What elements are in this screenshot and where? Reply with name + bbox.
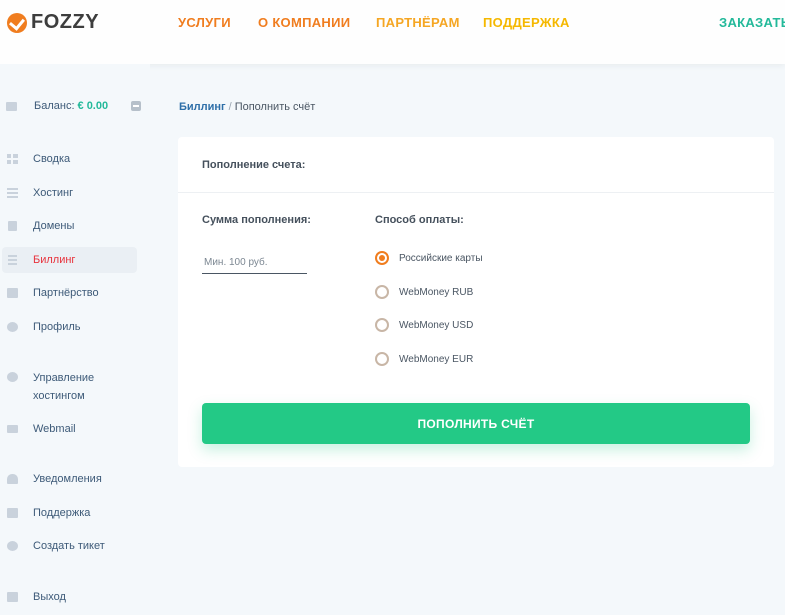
card-title: Пополнение счета:	[202, 159, 306, 171]
sidebar-item-webmail[interactable]: Webmail	[2, 422, 137, 436]
payment-option-webmoney-eur[interactable]: WebMoney EUR	[375, 352, 473, 366]
chat-icon	[7, 508, 18, 518]
sidebar-item-label: Управление хостингом	[33, 372, 95, 402]
sidebar-item-summary[interactable]: Сводка	[2, 152, 137, 166]
plus-circle-icon	[7, 541, 18, 551]
balance-value: € 0.00	[77, 100, 109, 112]
radio-unchecked-icon[interactable]	[375, 352, 389, 366]
topup-card: Пополнение счета: Сумма пополнения: Спос…	[178, 137, 774, 467]
amount-input[interactable]	[202, 252, 307, 274]
radio-unchecked-icon[interactable]	[375, 318, 389, 332]
server-icon	[7, 188, 18, 198]
balance-label: Баланс:	[34, 100, 75, 112]
breadcrumb-separator: /	[228, 101, 232, 113]
topup-submit-button[interactable]: Пополнить счёт	[202, 403, 750, 444]
sidebar-item-create-ticket[interactable]: Создать тикет	[2, 539, 137, 553]
sidebar-item-logout[interactable]: Выход	[2, 590, 137, 604]
sidebar-item-label: Поддержка	[33, 507, 91, 519]
payment-option-label: WebMoney EUR	[399, 353, 474, 365]
bell-icon	[7, 474, 18, 484]
logo-text: FOZZY	[31, 11, 100, 33]
sidebar	[0, 64, 150, 615]
sidebar-item-support[interactable]: Поддержка	[2, 506, 137, 520]
mail-icon	[7, 425, 18, 433]
wallet-icon	[6, 101, 17, 111]
briefcase-icon	[7, 288, 18, 298]
sidebar-item-hosting[interactable]: Хостинг	[2, 186, 137, 200]
sidebar-item-label: Партнёрство	[33, 287, 99, 299]
payment-option-label: WebMoney RUB	[399, 286, 474, 298]
dashboard-icon	[7, 154, 18, 164]
sidebar-item-label: Биллинг	[33, 254, 76, 266]
logo-mark-icon	[7, 12, 27, 33]
billing-icon	[8, 255, 17, 265]
order-link[interactable]: Заказать	[719, 15, 785, 30]
payment-method-label: Способ оплаты:	[375, 214, 464, 226]
payment-option-webmoney-rub[interactable]: WebMoney RUB	[375, 285, 473, 299]
payment-option-webmoney-usd[interactable]: WebMoney USD	[375, 318, 473, 332]
sidebar-item-label: Выход	[33, 591, 66, 603]
sidebar-item-label: Хостинг	[33, 187, 74, 199]
nav-partners[interactable]: Партнёрам	[376, 15, 460, 30]
domain-icon	[8, 221, 17, 231]
nav-services[interactable]: Услуги	[178, 15, 231, 30]
card-header: Пополнение счета:	[178, 137, 774, 193]
sidebar-item-billing[interactable]: Биллинг	[2, 247, 137, 273]
nav-about-company[interactable]: О компании	[258, 15, 350, 30]
nav-support[interactable]: Поддержка	[483, 15, 570, 30]
gear-icon	[7, 372, 18, 382]
sidebar-item-notifications[interactable]: Уведомления	[2, 472, 137, 486]
logo[interactable]: FOZZY	[7, 11, 99, 34]
sidebar-item-profile[interactable]: Профиль	[2, 320, 137, 334]
radio-checked-icon[interactable]	[375, 251, 389, 265]
sidebar-item-partnership[interactable]: Партнёрство	[2, 286, 137, 300]
logout-icon	[7, 592, 18, 602]
balance-toggle-button[interactable]	[131, 101, 142, 111]
balance: Баланс: € 0.00	[6, 100, 142, 112]
user-icon	[7, 322, 18, 332]
breadcrumb-billing-link[interactable]: Биллинг	[179, 101, 226, 113]
payment-option-label: WebMoney USD	[399, 319, 474, 331]
sidebar-item-hosting-management[interactable]: Управление хостингом	[2, 369, 137, 403]
top-header: FOZZY Услуги О компании Партнёрам Поддер…	[0, 0, 785, 64]
amount-label: Сумма пополнения:	[202, 214, 311, 226]
sidebar-item-label: Webmail	[33, 423, 76, 435]
breadcrumb: Биллинг / Пополнить счёт	[179, 101, 315, 113]
sidebar-item-label: Создать тикет	[33, 540, 105, 552]
sidebar-item-label: Домены	[33, 220, 75, 232]
payment-option-russian-cards[interactable]: Российские карты	[375, 251, 483, 265]
sidebar-item-domains[interactable]: Домены	[2, 219, 137, 233]
sidebar-item-label: Сводка	[33, 153, 71, 165]
sidebar-item-label: Уведомления	[33, 473, 102, 485]
radio-unchecked-icon[interactable]	[375, 285, 389, 299]
breadcrumb-current: Пополнить счёт	[234, 101, 316, 113]
sidebar-item-label: Профиль	[33, 321, 81, 333]
payment-option-label: Российские карты	[399, 252, 483, 264]
